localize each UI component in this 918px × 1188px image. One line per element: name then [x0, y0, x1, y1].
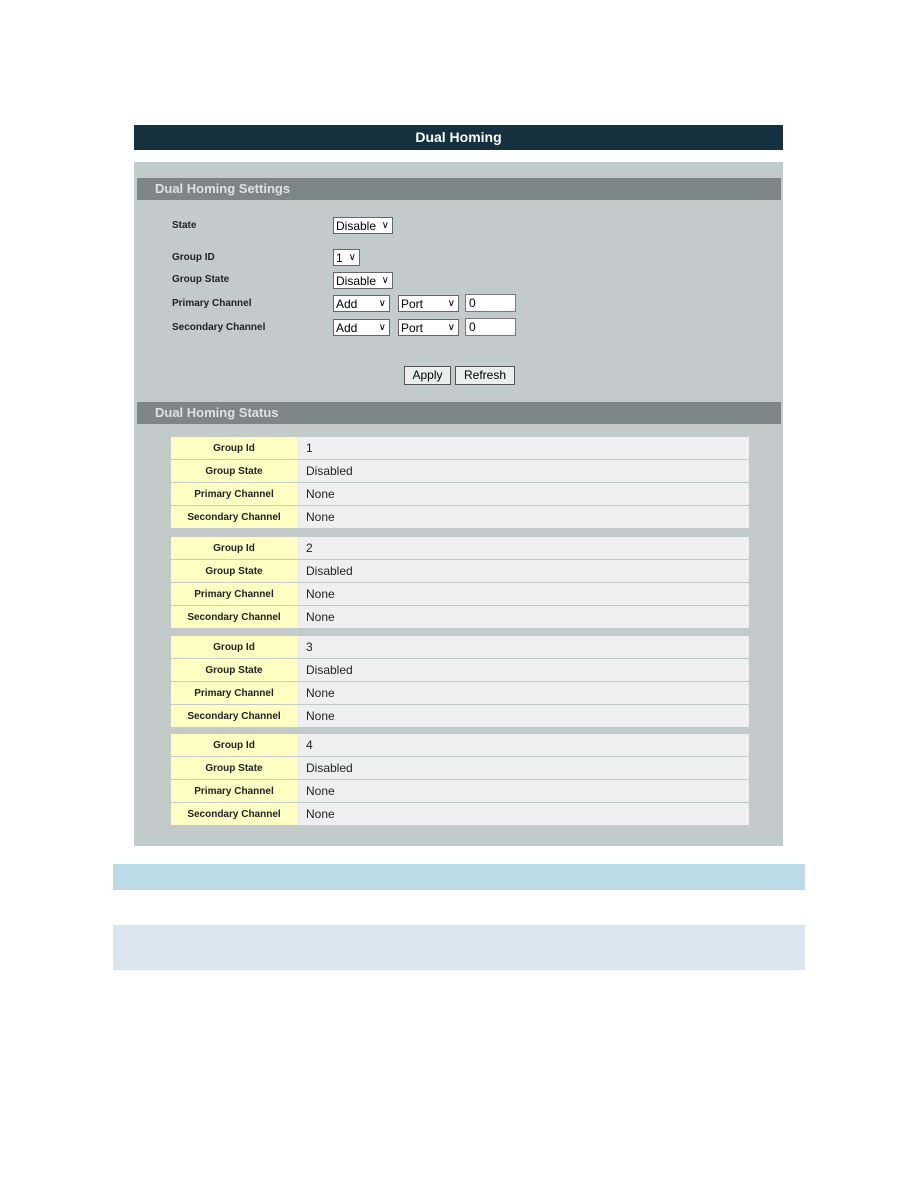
field-label: Group Id: [171, 734, 297, 757]
field-label: Primary Channel: [171, 779, 297, 803]
field-label: Group State: [171, 559, 297, 583]
field-value: Disabled: [297, 658, 749, 682]
field-value: None: [297, 681, 749, 705]
group-state-value: Disable: [336, 274, 377, 288]
field-value: Disabled: [297, 459, 749, 483]
status-header: Dual Homing Status: [137, 402, 781, 424]
primary-channel-label: Primary Channel: [172, 298, 252, 309]
table-row: Secondary Channel None: [171, 802, 749, 826]
chevron-down-icon: ∨: [447, 298, 455, 309]
apply-button[interactable]: Apply: [404, 366, 451, 385]
table-row: Group Id 3: [171, 636, 749, 659]
field-label: Group State: [171, 756, 297, 780]
field-value: None: [297, 482, 749, 506]
status-table-group-1: Group Id 1 Group State Disabled Primary Chan…: [171, 437, 749, 529]
state-value: Disable: [336, 219, 377, 233]
table-row: Group State Disabled: [171, 658, 749, 682]
table-row: Secondary Channel None: [171, 704, 749, 728]
field-label: Secondary Channel: [171, 802, 297, 826]
refresh-button[interactable]: Refresh: [455, 366, 515, 385]
settings-header: Dual Homing Settings: [137, 178, 781, 200]
primary-action-select[interactable]: Add ∨: [333, 295, 390, 312]
table-row: Secondary Channel None: [171, 505, 749, 529]
chevron-down-icon: ∨: [378, 322, 386, 333]
field-value: None: [297, 582, 749, 606]
field-value: 1: [297, 437, 749, 460]
table-row: Group Id 1: [171, 437, 749, 460]
status-table-group-4: Group Id 4 Group State Disabled Primary Chan…: [171, 734, 749, 826]
status-table-group-2: Group Id 2 Group State Disabled Primary Chan…: [171, 537, 749, 629]
table-row: Primary Channel None: [171, 681, 749, 705]
info-bar: [113, 864, 805, 890]
field-value: 3: [297, 636, 749, 659]
field-label: Group State: [171, 658, 297, 682]
field-label: Group Id: [171, 437, 297, 460]
state-label: State: [172, 220, 197, 231]
table-row: Group Id 4: [171, 734, 749, 757]
group-id-label: Group ID: [172, 252, 215, 263]
chevron-down-icon: ∨: [381, 275, 389, 286]
field-value: 4: [297, 734, 749, 757]
table-row: Secondary Channel None: [171, 605, 749, 629]
chevron-down-icon: ∨: [381, 220, 389, 231]
secondary-type-value: Port: [401, 321, 424, 335]
table-row: Primary Channel None: [171, 779, 749, 803]
table-row: Primary Channel None: [171, 582, 749, 606]
chevron-down-icon: ∨: [447, 322, 455, 333]
field-label: Secondary Channel: [171, 704, 297, 728]
field-value: 2: [297, 537, 749, 560]
state-select[interactable]: Disable ∨: [333, 217, 393, 234]
field-label: Secondary Channel: [171, 505, 297, 529]
field-label: Primary Channel: [171, 482, 297, 506]
field-label: Group State: [171, 459, 297, 483]
group-state-select[interactable]: Disable ∨: [333, 272, 393, 289]
page-title: Dual Homing: [134, 125, 783, 150]
secondary-type-select[interactable]: Port ∨: [398, 319, 459, 336]
table-row: Primary Channel None: [171, 482, 749, 506]
primary-port-input[interactable]: 0: [465, 294, 516, 312]
field-value: Disabled: [297, 559, 749, 583]
primary-type-value: Port: [401, 297, 424, 311]
primary-type-select[interactable]: Port ∨: [398, 295, 459, 312]
field-label: Group Id: [171, 636, 297, 659]
field-value: None: [297, 605, 749, 629]
field-value: Disabled: [297, 756, 749, 780]
field-label: Primary Channel: [171, 582, 297, 606]
status-table-group-3: Group Id 3 Group State Disabled Primary Chan…: [171, 636, 749, 728]
field-value: None: [297, 704, 749, 728]
main-panel: Dual Homing Settings State Disable ∨ Grou…: [134, 162, 783, 846]
info-box: [113, 925, 805, 970]
field-label: Primary Channel: [171, 681, 297, 705]
secondary-action-value: Add: [336, 321, 358, 335]
group-state-label: Group State: [172, 274, 230, 285]
table-row: Group State Disabled: [171, 559, 749, 583]
secondary-port-input[interactable]: 0: [465, 318, 516, 336]
secondary-action-select[interactable]: Add ∨: [333, 319, 390, 336]
field-label: Group Id: [171, 537, 297, 560]
table-row: Group Id 2: [171, 537, 749, 560]
group-id-select[interactable]: 1 ∨: [333, 249, 360, 266]
table-row: Group State Disabled: [171, 756, 749, 780]
primary-action-value: Add: [336, 297, 358, 311]
chevron-down-icon: ∨: [378, 298, 386, 309]
field-value: None: [297, 779, 749, 803]
group-id-value: 1: [336, 251, 343, 265]
field-label: Secondary Channel: [171, 605, 297, 629]
chevron-down-icon: ∨: [348, 252, 356, 263]
field-value: None: [297, 802, 749, 826]
field-value: None: [297, 505, 749, 529]
table-row: Group State Disabled: [171, 459, 749, 483]
secondary-channel-label: Secondary Channel: [172, 322, 266, 333]
